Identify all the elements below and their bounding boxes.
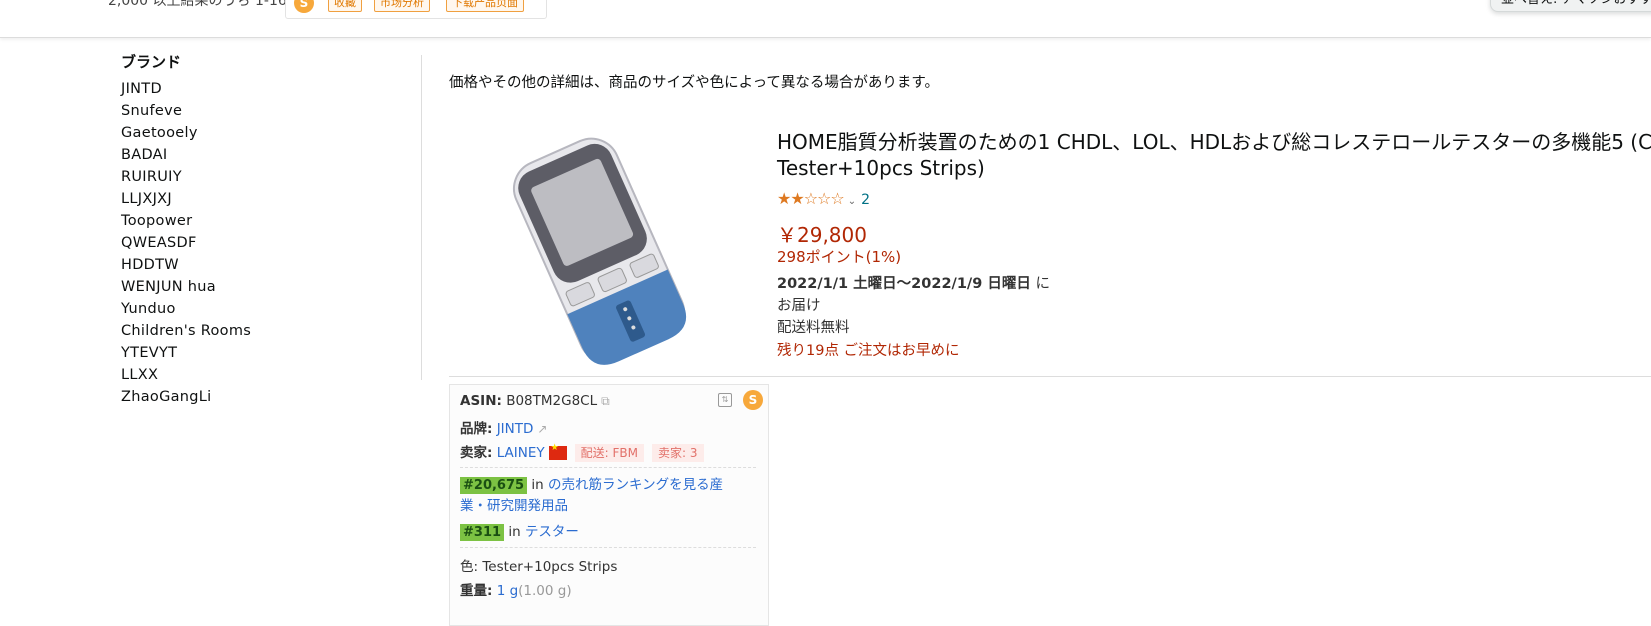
brand-filter-item[interactable]: Gaetooely bbox=[121, 122, 401, 144]
color-row: 色: Tester+10pcs Strips bbox=[460, 555, 617, 575]
chevron-down-icon: ⌄ bbox=[847, 196, 856, 207]
brand-filter-sidebar: ブランド JINTD Snufeve Gaetooely BADAI RUIRU… bbox=[121, 51, 401, 408]
color-label: 色: bbox=[460, 559, 479, 575]
sidebar-divider bbox=[421, 55, 422, 380]
brand-filter-item[interactable]: HDDTW bbox=[121, 254, 401, 276]
external-link-icon[interactable]: ↗ bbox=[537, 422, 547, 436]
product-title-line-1: HOME脂質分析装置のための1 CHDL、LOL、HDLおよび総コレステロールテ… bbox=[777, 130, 1651, 154]
shipping-method-badge: 配送: FBM bbox=[574, 444, 644, 462]
brand-link[interactable]: JINTD bbox=[497, 421, 534, 437]
sort-dropdown[interactable]: 並べ替え: アマゾンおすすめ bbox=[1490, 0, 1651, 12]
result-divider bbox=[449, 376, 1651, 377]
brand-filter-item[interactable]: WENJUN hua bbox=[121, 276, 401, 298]
brand-label: 品牌: bbox=[460, 421, 493, 437]
brand-filter-item[interactable]: BADAI bbox=[121, 144, 401, 166]
brand-filter-item[interactable]: ZhaoGangLi bbox=[121, 386, 401, 408]
ext-download-page-button[interactable]: 下载产品页面 bbox=[446, 0, 524, 12]
weight-value: 1 g bbox=[496, 583, 519, 599]
brand-filter-heading: ブランド bbox=[121, 53, 182, 71]
color-value: Tester+10pcs Strips bbox=[482, 559, 618, 575]
product-title-line-2: Tester+10pcs Strips) bbox=[777, 156, 985, 180]
extension-info-card: ⇅ S ASIN: B08TM2G8CL ⧉ 品牌: JINTD ↗ 卖家: LAI… bbox=[449, 384, 769, 626]
brand-filter-item[interactable]: Toopower bbox=[121, 210, 401, 232]
product-title-link[interactable]: HOME脂質分析装置のための1 CHDL、LOL、HDLおよび総コレステロールテ… bbox=[777, 129, 1651, 181]
card-settings-icon[interactable]: ⇅ bbox=[718, 393, 732, 407]
brand-filter-item[interactable]: LLXX bbox=[121, 364, 401, 386]
ext-favorite-button[interactable]: 收藏 bbox=[328, 0, 362, 12]
extension-logo-icon[interactable]: S bbox=[743, 390, 763, 410]
product-points: 298ポイント(1%) bbox=[777, 248, 902, 266]
asin-row: ASIN: B08TM2G8CL ⧉ bbox=[460, 393, 610, 409]
delivery-suffix: に bbox=[1035, 276, 1050, 292]
brand-filter-item[interactable]: RUIRUIY bbox=[121, 166, 401, 188]
card-divider bbox=[460, 467, 756, 468]
asin-value: B08TM2G8CL bbox=[506, 393, 598, 409]
product-image[interactable] bbox=[498, 128, 698, 373]
weight-label: 重量: bbox=[460, 583, 493, 599]
product-price[interactable]: ￥29,800 bbox=[777, 219, 867, 248]
seller-row: 卖家: LAINEY 配送: FBM 卖家: 3 bbox=[460, 441, 704, 462]
brand-filter-item[interactable]: LLJXJXJ bbox=[121, 188, 401, 210]
rank-row-1: #20,675 in の売れ筋ランキングを見る産業・研究開発用品 bbox=[460, 475, 750, 517]
results-count: 2,000 以上結果のうち 1-16 bbox=[108, 0, 287, 9]
seller-label: 卖家: bbox=[460, 445, 493, 461]
brand-filter-item[interactable]: QWEASDF bbox=[121, 232, 401, 254]
delivery-note: お届け bbox=[777, 298, 821, 314]
rank-in: in bbox=[508, 524, 521, 540]
copy-icon[interactable]: ⧉ bbox=[601, 394, 610, 409]
price-notice: 価格やその他の詳細は、商品のサイズや色によって異なる場合があります。 bbox=[449, 75, 939, 91]
rank-in: in bbox=[531, 477, 544, 493]
shipping-free: 配送料無料 bbox=[777, 320, 850, 336]
china-flag-icon bbox=[548, 443, 567, 460]
rank-badge: #20,675 bbox=[460, 477, 528, 494]
card-divider bbox=[460, 547, 756, 548]
brand-filter-item[interactable]: JINTD bbox=[121, 78, 401, 100]
ext-market-analysis-button[interactable]: 市场分析 bbox=[374, 0, 430, 12]
delivery-date: 2022/1/1 土曜日～2022/1/9 日曜日 bbox=[777, 276, 1031, 292]
star-rating-icon: ★★☆☆☆ bbox=[777, 189, 845, 208]
extension-logo-icon[interactable]: S bbox=[294, 0, 314, 13]
rank-badge: #311 bbox=[460, 524, 505, 541]
top-bar: 2,000 以上結果のうち 1-16 S 收藏 市场分析 下载产品页面 並べ替え… bbox=[0, 0, 1651, 38]
product-rating[interactable]: ★★☆☆☆ ⌄ 2 bbox=[777, 189, 870, 208]
seller-count-badge: 卖家: 3 bbox=[652, 444, 704, 462]
brand-filter-item[interactable]: Yunduo bbox=[121, 298, 401, 320]
weight-row: 重量: 1 g(1.00 g) bbox=[460, 579, 572, 599]
review-count-link[interactable]: 2 bbox=[861, 192, 870, 208]
weight-sub: (1.00 g) bbox=[518, 583, 572, 599]
extension-toolbar: S 收藏 市场分析 下载产品页面 bbox=[285, 0, 547, 19]
rank-row-2: #311 in テスター bbox=[460, 520, 579, 541]
brand-filter-item[interactable]: YTEVYT bbox=[121, 342, 401, 364]
brand-filter-item[interactable]: Children's Rooms bbox=[121, 320, 401, 342]
asin-label: ASIN: bbox=[460, 393, 502, 409]
stock-warning: 残り19点 ご注文はお早めに bbox=[777, 343, 960, 359]
seller-link[interactable]: LAINEY bbox=[497, 445, 545, 461]
brand-filter-item[interactable]: Snufeve bbox=[121, 100, 401, 122]
rank-category-link[interactable]: テスター bbox=[525, 524, 579, 540]
brand-row: 品牌: JINTD ↗ bbox=[460, 417, 547, 437]
delivery-info: 2022/1/1 土曜日～2022/1/9 日曜日 に お届け 配送料無料 bbox=[777, 273, 1050, 339]
